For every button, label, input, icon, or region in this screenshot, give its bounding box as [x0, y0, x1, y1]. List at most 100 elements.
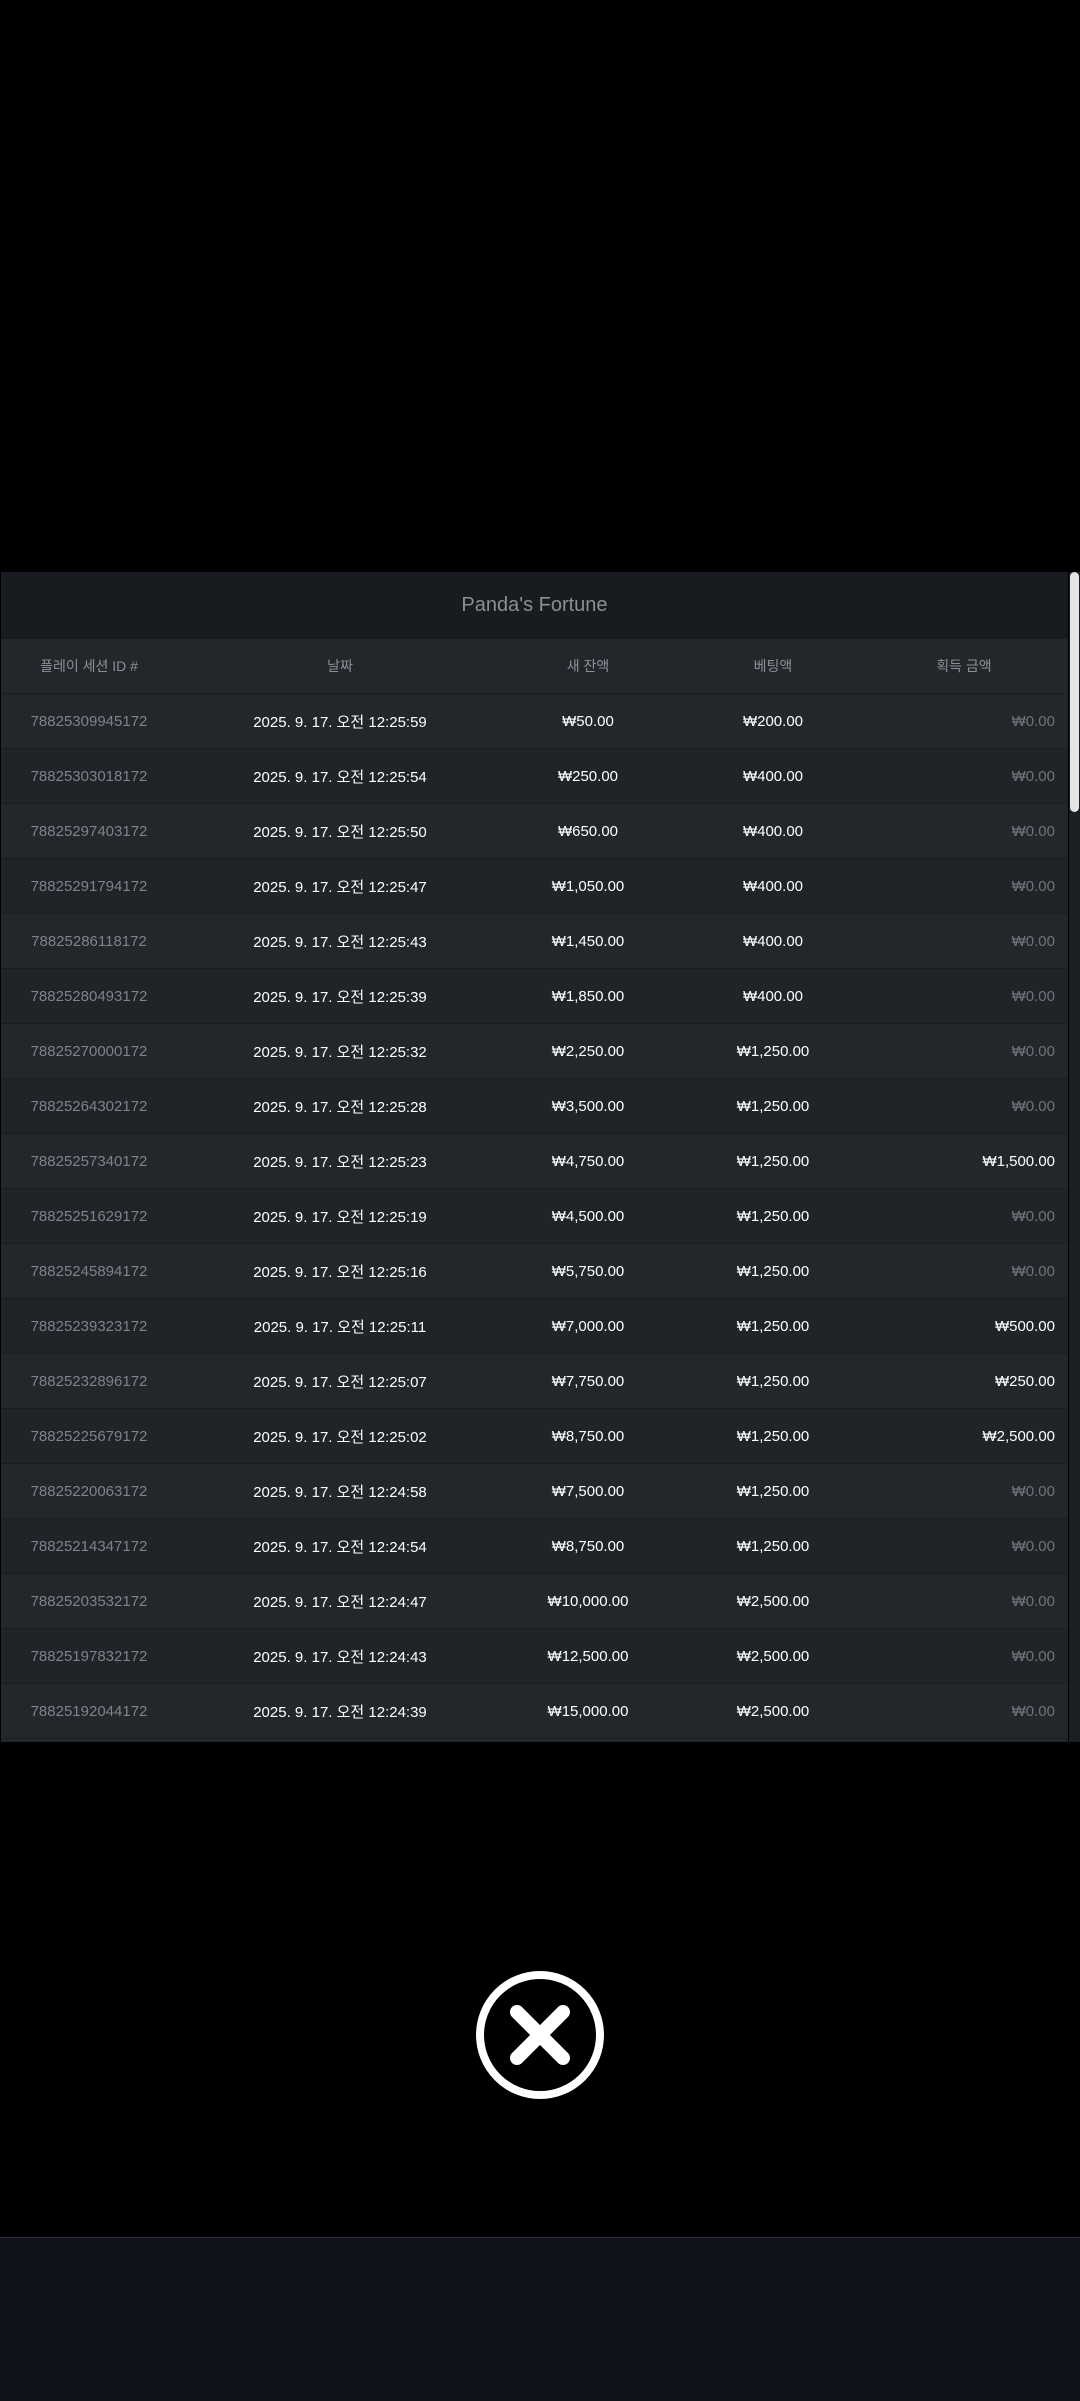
table-row[interactable]: 78825297403172 2025. 9. 17. 오전 12:25:50 ₩6… [1, 804, 1068, 859]
table-row[interactable]: 78825291794172 2025. 9. 17. 오전 12:25:47 ₩1… [1, 859, 1068, 914]
win-amount-cell: ₩0.00 [1011, 712, 1055, 730]
win-amount-cell: ₩0.00 [1011, 877, 1055, 895]
win-amount-cell: ₩0.00 [1011, 1482, 1055, 1500]
table-row[interactable]: 78825220063172 2025. 9. 17. 오전 12:24:58 ₩7… [1, 1464, 1068, 1519]
table-body: 78825309945172 2025. 9. 17. 오전 12:25:59 ₩5… [1, 694, 1068, 1739]
table-row[interactable]: 78825270000172 2025. 9. 17. 오전 12:25:32 ₩2… [1, 1024, 1068, 1079]
win-amount-cell: ₩2,500.00 [982, 1427, 1055, 1445]
win-amount-cell: ₩0.00 [1011, 932, 1055, 950]
header-bet-amount: 베팅액 [753, 658, 793, 674]
bet-amount-cell: ₩1,250.00 [736, 1207, 810, 1225]
session-id-cell: 78825214347172 [30, 1537, 148, 1555]
table-row[interactable]: 78825239323172 2025. 9. 17. 오전 12:25:11 ₩7… [1, 1299, 1068, 1354]
win-amount-cell: ₩0.00 [1011, 1702, 1055, 1720]
table-row[interactable]: 78825214347172 2025. 9. 17. 오전 12:24:54 ₩8… [1, 1519, 1068, 1574]
new-balance-cell: ₩1,850.00 [551, 987, 625, 1005]
win-amount-cell: ₩0.00 [1011, 822, 1055, 840]
session-id-cell: 78825257340172 [30, 1152, 148, 1170]
table-row[interactable]: 78825232896172 2025. 9. 17. 오전 12:25:07 ₩7… [1, 1354, 1068, 1409]
table-row[interactable]: 78825245894172 2025. 9. 17. 오전 12:25:16 ₩5… [1, 1244, 1068, 1299]
table-row[interactable]: 78825257340172 2025. 9. 17. 오전 12:25:23 ₩4… [1, 1134, 1068, 1189]
session-id-cell: 78825270000172 [30, 1042, 148, 1060]
table-row[interactable]: 78825203532172 2025. 9. 17. 오전 12:24:47 ₩1… [1, 1574, 1068, 1629]
date-cell: 2025. 9. 17. 오전 12:25:23 [253, 1153, 427, 1171]
table-row[interactable]: 78825286118172 2025. 9. 17. 오전 12:25:43 ₩1… [1, 914, 1068, 969]
scrollbar[interactable] [1069, 572, 1080, 1742]
win-amount-cell: ₩500.00 [994, 1317, 1055, 1335]
new-balance-cell: ₩5,750.00 [551, 1262, 625, 1280]
bet-amount-cell: ₩2,500.00 [736, 1647, 810, 1665]
bet-amount-cell: ₩1,250.00 [736, 1317, 810, 1335]
table-row[interactable]: 78825251629172 2025. 9. 17. 오전 12:25:19 ₩4… [1, 1189, 1068, 1244]
table-row[interactable]: 78825303018172 2025. 9. 17. 오전 12:25:54 ₩2… [1, 749, 1068, 804]
bet-amount-cell: ₩400.00 [742, 932, 804, 950]
win-amount-cell: ₩0.00 [1011, 1537, 1055, 1555]
date-cell: 2025. 9. 17. 오전 12:25:28 [253, 1098, 427, 1116]
table-row[interactable]: 78825280493172 2025. 9. 17. 오전 12:25:39 ₩1… [1, 969, 1068, 1024]
win-amount-cell: ₩250.00 [994, 1372, 1055, 1390]
new-balance-cell: ₩650.00 [557, 822, 619, 840]
header-new-balance: 새 잔액 [566, 658, 610, 674]
new-balance-cell: ₩8,750.00 [551, 1427, 625, 1445]
date-cell: 2025. 9. 17. 오전 12:24:47 [253, 1593, 427, 1611]
close-icon [476, 1971, 604, 2099]
session-id-cell: 78825192044172 [30, 1702, 148, 1720]
table-row[interactable]: 78825309945172 2025. 9. 17. 오전 12:25:59 ₩5… [1, 694, 1068, 749]
win-amount-cell: ₩0.00 [1011, 1097, 1055, 1115]
new-balance-cell: ₩2,250.00 [551, 1042, 625, 1060]
table-row[interactable]: 78825192044172 2025. 9. 17. 오전 12:24:39 ₩1… [1, 1684, 1068, 1739]
win-amount-cell: ₩0.00 [1011, 1207, 1055, 1225]
date-cell: 2025. 9. 17. 오전 12:25:32 [253, 1043, 427, 1061]
table-row[interactable]: 78825225679172 2025. 9. 17. 오전 12:25:02 ₩8… [1, 1409, 1068, 1464]
win-amount-cell: ₩0.00 [1011, 1042, 1055, 1060]
session-id-cell: 78825220063172 [30, 1482, 148, 1500]
new-balance-cell: ₩15,000.00 [547, 1702, 629, 1720]
new-balance-cell: ₩4,500.00 [551, 1207, 625, 1225]
bet-amount-cell: ₩1,250.00 [736, 1097, 810, 1115]
new-balance-cell: ₩7,750.00 [551, 1372, 625, 1390]
session-id-cell: 78825251629172 [30, 1207, 148, 1225]
date-cell: 2025. 9. 17. 오전 12:25:39 [253, 988, 427, 1006]
new-balance-cell: ₩50.00 [562, 712, 614, 730]
close-button[interactable] [475, 1970, 605, 2100]
date-cell: 2025. 9. 17. 오전 12:25:11 [253, 1318, 427, 1336]
win-amount-cell: ₩0.00 [1011, 1647, 1055, 1665]
table-row[interactable]: 78825197832172 2025. 9. 17. 오전 12:24:43 ₩1… [1, 1629, 1068, 1684]
table-row[interactable]: 78825264302172 2025. 9. 17. 오전 12:25:28 ₩3… [1, 1079, 1068, 1134]
date-cell: 2025. 9. 17. 오전 12:25:02 [253, 1428, 427, 1446]
date-cell: 2025. 9. 17. 오전 12:24:39 [253, 1703, 427, 1721]
bet-amount-cell: ₩400.00 [742, 822, 804, 840]
bottom-navigation-area [0, 2237, 1080, 2401]
table-header-row: 플레이 세션 ID # 날짜 새 잔액 베팅액 획득 금액 [1, 639, 1068, 694]
bet-amount-cell: ₩200.00 [742, 712, 804, 730]
session-id-cell: 78825309945172 [30, 712, 148, 730]
session-id-cell: 78825303018172 [30, 767, 148, 785]
date-cell: 2025. 9. 17. 오전 12:25:47 [253, 878, 427, 896]
new-balance-cell: ₩12,500.00 [547, 1647, 629, 1665]
bet-amount-cell: ₩1,250.00 [736, 1372, 810, 1390]
modal-title: Panda's Fortune [1, 572, 1068, 639]
bet-amount-cell: ₩2,500.00 [736, 1702, 810, 1720]
scrollbar-thumb[interactable] [1070, 572, 1079, 812]
bet-amount-cell: ₩1,250.00 [736, 1152, 810, 1170]
session-id-cell: 78825286118172 [31, 932, 147, 950]
date-cell: 2025. 9. 17. 오전 12:25:19 [253, 1208, 427, 1226]
win-amount-cell: ₩0.00 [1011, 1262, 1055, 1280]
date-cell: 2025. 9. 17. 오전 12:25:50 [253, 823, 427, 841]
header-session-id: 플레이 세션 ID # [40, 658, 138, 674]
history-modal: Panda's Fortune 플레이 세션 ID # 날짜 새 잔액 베팅액 … [1, 572, 1068, 1742]
bet-amount-cell: ₩1,250.00 [736, 1427, 810, 1445]
session-id-cell: 78825245894172 [30, 1262, 148, 1280]
session-id-cell: 78825297403172 [30, 822, 148, 840]
new-balance-cell: ₩10,000.00 [547, 1592, 629, 1610]
header-date: 날짜 [327, 658, 353, 674]
new-balance-cell: ₩1,050.00 [551, 877, 625, 895]
session-id-cell: 78825239323172 [30, 1317, 148, 1335]
history-table[interactable]: 플레이 세션 ID # 날짜 새 잔액 베팅액 획득 금액 7882530994… [1, 639, 1068, 1739]
date-cell: 2025. 9. 17. 오전 12:25:54 [253, 768, 427, 786]
new-balance-cell: ₩7,000.00 [551, 1317, 625, 1335]
win-amount-cell: ₩0.00 [1011, 1592, 1055, 1610]
bet-amount-cell: ₩1,250.00 [736, 1042, 810, 1060]
win-amount-cell: ₩1,500.00 [982, 1152, 1055, 1170]
bet-amount-cell: ₩400.00 [742, 877, 804, 895]
